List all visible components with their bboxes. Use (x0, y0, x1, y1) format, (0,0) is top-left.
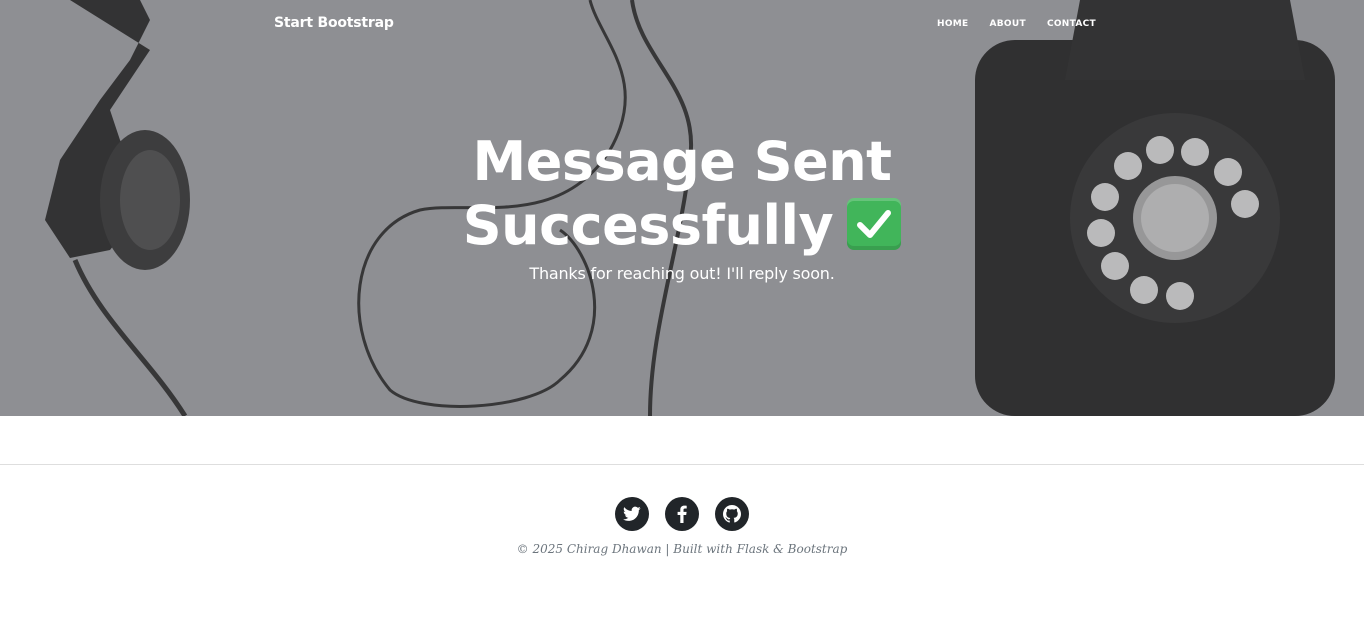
footer-divider (0, 464, 1364, 465)
twitter-icon (623, 506, 641, 521)
masthead: Start Bootstrap HOME ABOUT CONTACT Messa… (0, 0, 1364, 416)
check-mark-button-icon (847, 198, 902, 250)
title-line-1: Message Sent (472, 130, 892, 193)
nav-link-home[interactable]: HOME (930, 19, 976, 29)
facebook-button[interactable] (665, 497, 699, 531)
nav-links: HOME ABOUT CONTACT (930, 19, 1103, 29)
twitter-button[interactable] (615, 497, 649, 531)
title-line-2: Successfully (462, 194, 834, 257)
facebook-icon (677, 505, 687, 523)
page-heading: Message Sent Successfully Thanks for rea… (0, 130, 1364, 283)
social-links (0, 497, 1364, 531)
navbar: Start Bootstrap HOME ABOUT CONTACT (0, 0, 1364, 48)
page-title: Message Sent Successfully (0, 130, 1364, 258)
github-button[interactable] (715, 497, 749, 531)
nav-link-contact[interactable]: CONTACT (1040, 19, 1103, 29)
github-icon (723, 505, 741, 523)
page-subtitle: Thanks for reaching out! I'll reply soon… (529, 264, 835, 283)
nav-link-about[interactable]: ABOUT (983, 19, 1033, 29)
copyright-text: © 2025 Chirag Dhawan | Built with Flask … (516, 542, 848, 556)
brand-link[interactable]: Start Bootstrap (274, 15, 394, 31)
